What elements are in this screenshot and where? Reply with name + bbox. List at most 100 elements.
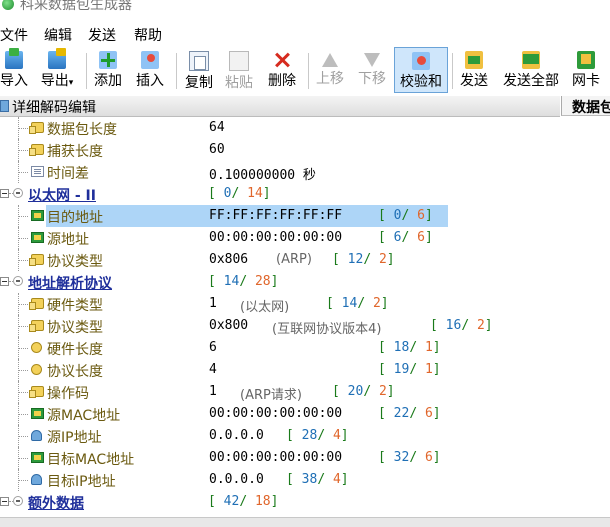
tree-connector <box>18 150 28 151</box>
range-offset: 14 <box>341 296 358 311</box>
field-name: 硬件长度 <box>47 342 103 358</box>
menu-help[interactable]: 帮助 <box>134 25 162 45</box>
collapse-toggle-icon[interactable] <box>0 277 9 286</box>
field-value[interactable]: 60 <box>209 142 225 157</box>
field-value[interactable]: 0.0.0.0 <box>209 428 264 443</box>
arrow-down-icon <box>364 53 380 67</box>
app-icon <box>2 0 14 10</box>
range-bracket-open: [ <box>332 384 348 399</box>
byte-range: [ 22/ 6] <box>378 406 441 421</box>
field-name: 目标IP地址 <box>47 474 116 490</box>
import-button[interactable]: 导入 <box>0 47 28 93</box>
coin-icon <box>31 342 42 353</box>
range-bracket-close: ] <box>262 186 271 201</box>
field-value[interactable]: 6 <box>209 340 217 355</box>
menu-edit[interactable]: 编辑 <box>44 25 72 45</box>
field-value[interactable]: 64 <box>209 120 225 135</box>
tree-field-row[interactable]: 硬件类型 1 (以太网) [ 14/ 2] <box>0 293 610 315</box>
tree-field-row[interactable]: 协议类型 0x800 (互联网协议版本4) [ 16/ 2] <box>0 315 610 337</box>
collapse-toggle-icon[interactable] <box>0 497 9 506</box>
ip-icon <box>31 430 42 441</box>
range-bracket-open: [ <box>286 472 302 487</box>
decode-panel-header: 详细解码编辑 <box>0 96 560 117</box>
send-all-icon <box>522 51 540 69</box>
range-length: 4 <box>332 472 341 487</box>
checksum-icon <box>412 52 430 70</box>
range-length: 14 <box>247 186 263 201</box>
tree-field-row[interactable]: 目的地址 FF:FF:FF:FF:FF:FF [ 0/ 6] <box>0 205 610 227</box>
field-value[interactable]: 0.0.0.0 <box>209 472 264 487</box>
paste-button[interactable]: 粘贴 <box>222 47 256 93</box>
tree-field-row[interactable]: 协议类型 0x806 (ARP) [ 12/ 2] <box>0 249 610 271</box>
add-button[interactable]: 添加 <box>90 47 126 93</box>
byte-range: [ 0/ 6] <box>378 208 433 223</box>
range-bracket-open: [ <box>378 406 394 421</box>
field-icon <box>29 320 44 332</box>
tree-group-row[interactable]: 额外数据 [ 42/ 18] <box>0 491 610 513</box>
tree-field-row[interactable]: 硬件长度 6 [ 18/ 1] <box>0 337 610 359</box>
field-value[interactable]: 00:00:00:00:00:00 <box>209 230 342 245</box>
tree-field-row[interactable]: 目标MAC地址 00:00:00:00:00:00 [ 32/ 6] <box>0 447 610 469</box>
tree-field-row[interactable]: 源IP地址 0.0.0.0 [ 28/ 4] <box>0 425 610 447</box>
panel-title: 详细解码编辑 <box>12 100 96 116</box>
copy-button[interactable]: 复制 <box>182 47 216 93</box>
tree-group-row[interactable]: 以太网 - II [ 0/ 14] <box>0 183 610 205</box>
move-down-button[interactable]: 下移 <box>354 47 390 93</box>
export-button[interactable]: 导出▾ <box>34 47 80 93</box>
tree-field-row[interactable]: 操作码 1 (ARP请求) [ 20/ 2] <box>0 381 610 403</box>
field-value[interactable]: 1 <box>209 296 217 311</box>
field-value[interactable]: 0x800 <box>209 318 248 333</box>
decode-tree[interactable]: 数据包长度 64 捕获长度 60 时间差 0.100000000 秒以太网 - II[ 0… <box>0 117 610 517</box>
range-offset: 42 <box>223 494 240 509</box>
tree-connector <box>18 414 28 415</box>
tree-field-row[interactable]: 捕获长度 60 <box>0 139 610 161</box>
nic-button[interactable]: 网卡 <box>568 47 604 93</box>
tree-field-row[interactable]: 源MAC地址 00:00:00:00:00:00 [ 22/ 6] <box>0 403 610 425</box>
field-value[interactable]: FF:FF:FF:FF:FF:FF <box>209 208 342 223</box>
collapse-toggle-icon[interactable] <box>0 189 9 198</box>
tree-connector <box>18 458 28 459</box>
menu-send[interactable]: 发送 <box>88 25 116 45</box>
tree-field-row[interactable]: 数据包长度 64 <box>0 117 610 139</box>
clock-icon <box>31 166 44 177</box>
field-name: 源MAC地址 <box>47 408 121 424</box>
byte-range: [ 0/ 14] <box>208 186 271 201</box>
range-separator: / <box>401 208 418 223</box>
range-length: 2 <box>476 318 485 333</box>
protocol-group-icon <box>13 188 23 198</box>
range-bracket-close: ] <box>340 428 349 443</box>
send-button[interactable]: 发送 <box>456 47 492 93</box>
insert-icon <box>141 51 159 69</box>
tree-field-row[interactable]: 目标IP地址 0.0.0.0 [ 38/ 4] <box>0 469 610 491</box>
field-value[interactable]: 00:00:00:00:00:00 <box>209 450 342 465</box>
menu-file[interactable]: 文件 <box>0 25 28 45</box>
field-value[interactable]: 0x806 <box>209 252 248 267</box>
panel-icon <box>0 100 9 112</box>
data-panel-tab[interactable]: 数据包 <box>561 96 610 116</box>
tree-field-row[interactable]: 协议长度 4 [ 19/ 1] <box>0 359 610 381</box>
field-value[interactable]: 1 <box>209 384 217 399</box>
tree-field-row[interactable]: 时间差 0.100000000 秒 <box>0 161 610 183</box>
field-name: 数据包长度 <box>47 122 117 138</box>
toolbar-separator <box>452 53 453 89</box>
field-name: 源IP地址 <box>47 430 102 446</box>
tree-field-row[interactable]: 源地址 00:00:00:00:00:00 [ 6/ 6] <box>0 227 610 249</box>
tree-group-row[interactable]: 地址解析协议 [ 14/ 28] <box>0 271 610 293</box>
range-bracket-open: [ <box>378 208 394 223</box>
field-name: 硬件类型 <box>47 298 103 314</box>
field-name: 操作码 <box>47 386 89 402</box>
field-value[interactable]: 00:00:00:00:00:00 <box>209 406 342 421</box>
ip-icon <box>31 474 42 485</box>
range-bracket-open: [ <box>332 252 348 267</box>
checksum-button[interactable]: 校验和 <box>394 47 448 93</box>
move-up-button[interactable]: 上移 <box>312 47 348 93</box>
byte-range: [ 18/ 1] <box>378 340 441 355</box>
field-value[interactable]: 0.100000000 秒 <box>209 164 316 183</box>
byte-range: [ 14/ 2] <box>326 296 389 311</box>
insert-button[interactable]: 插入 <box>132 47 168 93</box>
send-all-button[interactable]: 发送全部 <box>498 47 564 93</box>
range-bracket-open: [ <box>326 296 342 311</box>
range-offset: 28 <box>301 428 318 443</box>
field-value[interactable]: 4 <box>209 362 217 377</box>
delete-button[interactable]: 删除 <box>264 47 300 93</box>
